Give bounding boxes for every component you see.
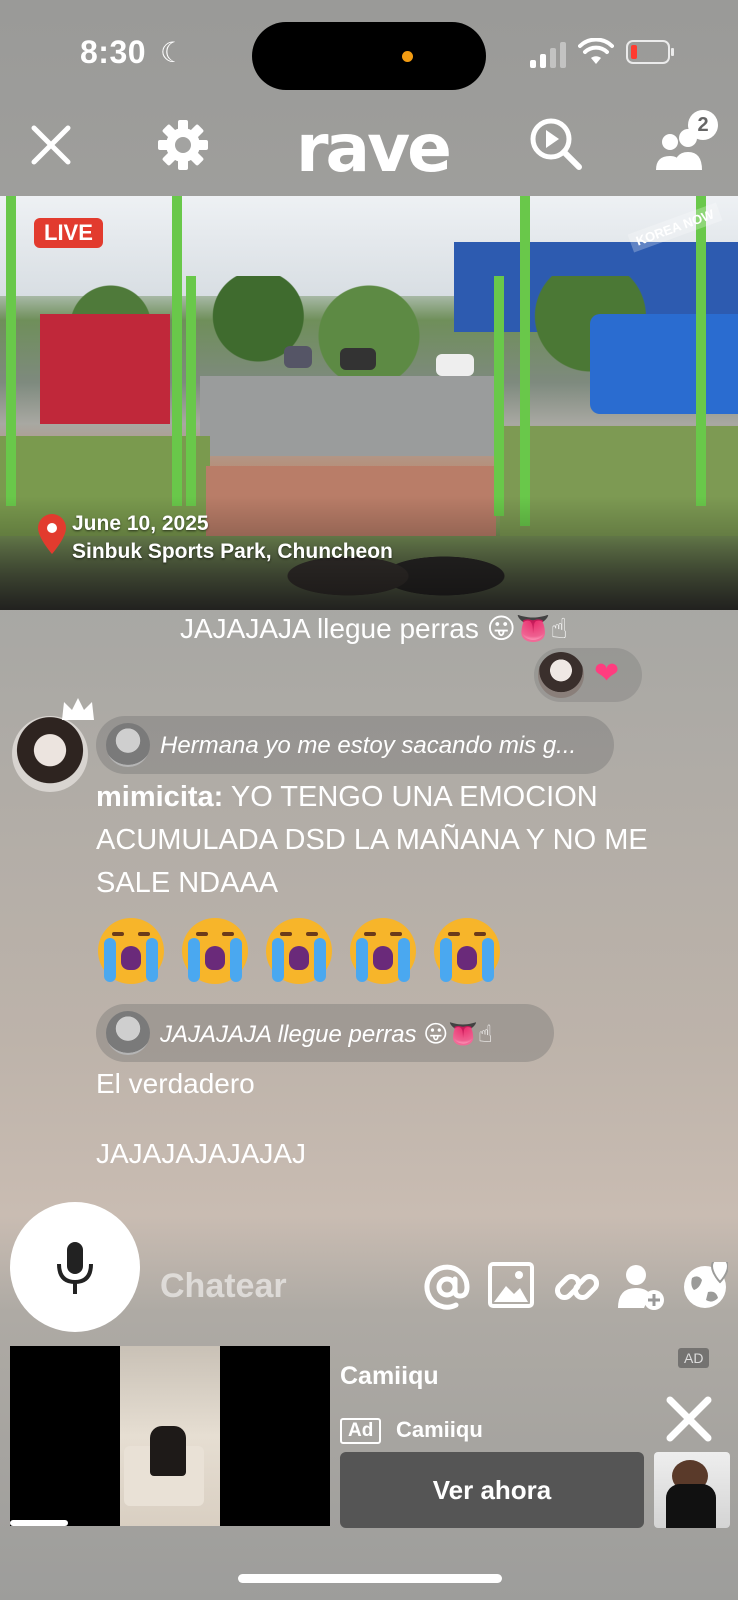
- crying-face-icon: [98, 918, 164, 984]
- search-video-icon[interactable]: [528, 116, 584, 172]
- live-badge: LIVE: [34, 218, 103, 248]
- ad-label: AD: [678, 1348, 710, 1368]
- reply-avatar: [106, 1011, 150, 1055]
- close-icon[interactable]: [30, 124, 72, 166]
- battery-icon: [626, 40, 674, 64]
- chat-message-top: JAJAJAJA llegue perras 😛👅☝: [180, 612, 568, 645]
- reply-avatar: [106, 723, 150, 767]
- ad-title[interactable]: Camiiqu: [340, 1362, 439, 1391]
- crying-face-icon: [266, 918, 332, 984]
- ad-thumbnail[interactable]: [654, 1452, 730, 1528]
- video-date: June 10, 2025: [72, 512, 209, 535]
- ad-brand[interactable]: Camiiqu: [396, 1417, 483, 1443]
- status-bar: 8:30 ☾: [0, 0, 738, 110]
- crown-icon: [62, 698, 94, 720]
- chat-message-main: mimicita: YO TENGO UNA EMOCION ACUMULADA…: [96, 776, 656, 905]
- chat-input[interactable]: [160, 1266, 390, 1306]
- video-location: Sinbuk Sports Park, Chuncheon: [72, 540, 393, 563]
- live-video[interactable]: LIVE KOREA NOW June 10, 2025 Sinbuk Spor…: [0, 196, 738, 610]
- signal-icon: [530, 40, 570, 68]
- chat-line-2: JAJAJAJAJAJAJ: [96, 1138, 307, 1169]
- username: mimicita:: [96, 781, 224, 813]
- mic-button[interactable]: [10, 1202, 140, 1332]
- mic-indicator-dot: [402, 51, 413, 62]
- mention-icon[interactable]: [422, 1262, 472, 1312]
- reply-preview-1-text: Hermana yo me estoy sacando mis g...: [160, 732, 577, 759]
- clock: 8:30: [80, 34, 147, 70]
- wifi-icon: [578, 38, 614, 64]
- add-user-icon[interactable]: [616, 1262, 666, 1312]
- crying-face-icon: [350, 918, 416, 984]
- ad-video[interactable]: [10, 1346, 330, 1526]
- chat-line-1: El verdadero: [96, 1068, 255, 1099]
- reactor-avatar: [538, 652, 584, 698]
- reply-preview-2-text: JAJAJAJA llegue perras 😛👅☝: [160, 1020, 493, 1048]
- ad-tag: Ad: [340, 1418, 382, 1444]
- home-indicator[interactable]: [238, 1574, 502, 1583]
- avatar[interactable]: [12, 716, 88, 792]
- participants-count-badge: 2: [688, 110, 718, 140]
- link-icon[interactable]: [552, 1262, 602, 1312]
- rave-logo: rave: [296, 110, 452, 187]
- moon-icon: ☾: [160, 37, 186, 68]
- top-toolbar: rave 2: [0, 110, 738, 196]
- crying-face-icon: [434, 918, 500, 984]
- microphone-icon: [57, 1242, 93, 1294]
- ad-progress: [10, 1520, 68, 1526]
- image-icon[interactable]: [488, 1262, 534, 1308]
- globe-location-icon[interactable]: [682, 1262, 728, 1312]
- heart-icon: ❤: [594, 656, 620, 691]
- location-pin-icon: [38, 514, 66, 554]
- ad-close-icon[interactable]: [664, 1394, 714, 1444]
- ad-cta-button[interactable]: Ver ahora: [340, 1452, 644, 1528]
- reaction-pill[interactable]: ❤: [534, 648, 642, 702]
- dynamic-island: [252, 22, 486, 90]
- gear-icon[interactable]: [156, 118, 210, 172]
- message-emoji: 😛👅☝: [486, 612, 568, 645]
- crying-face-icon: [182, 918, 248, 984]
